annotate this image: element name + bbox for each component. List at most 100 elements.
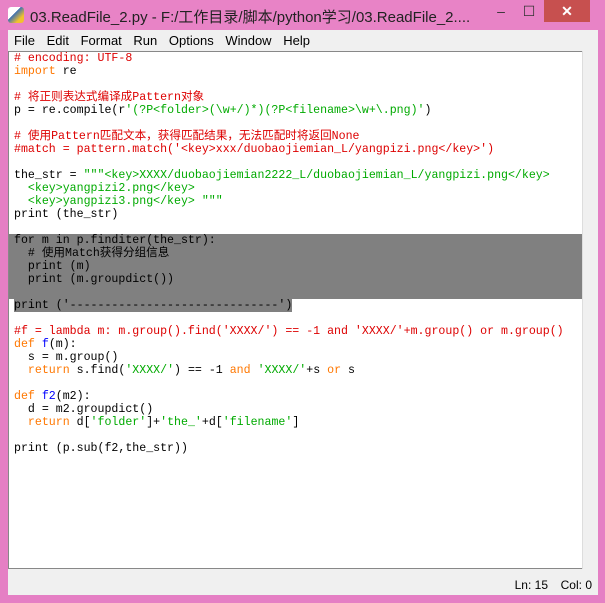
menu-file[interactable]: File (8, 30, 35, 51)
code-token-keyword: return (27, 364, 70, 377)
code-line: p = re.compile(r'(?P<folder>(\w+/)*)(?P<… (9, 104, 582, 117)
menu-options[interactable]: Options (163, 30, 214, 51)
code-line: def f(m): (9, 338, 582, 351)
code-token-string: '(?P<folder>(\w+/)*)(?P<filename>\w+\.pn… (125, 104, 425, 117)
code-token-keyword: and (229, 364, 251, 377)
code-token-normal: d[ (69, 416, 91, 429)
code-token-comment: # encoding: UTF-8 (14, 52, 133, 65)
code-token-normal: (m): (48, 338, 77, 351)
code-token-normal: ] (292, 416, 300, 429)
code-token-keyword: import (14, 65, 56, 78)
code-token-normal: +s (306, 364, 328, 377)
code-token-comment: # 将正则表达式编译成Pattern对象 (14, 91, 205, 104)
menu-bar: File Edit Format Run Options Window Help (8, 30, 598, 51)
code-token-comment: # 使用Match获得分组信息 (14, 247, 170, 260)
menu-format[interactable]: Format (75, 30, 122, 51)
code-token-keyword: return (27, 416, 70, 429)
code-token-normal: ) == -1 (174, 364, 230, 377)
menu-window[interactable]: Window (219, 30, 271, 51)
code-token-normal: print (m) (14, 260, 91, 273)
idle-app-icon (8, 7, 24, 23)
code-token-normal (251, 364, 258, 377)
code-token-normal (14, 364, 28, 377)
code-token-string: 'filename' (222, 416, 293, 429)
code-token-normal: (m2): (55, 390, 91, 403)
menu-help[interactable]: Help (277, 30, 310, 51)
code-line: print ('------------------------------') (9, 299, 582, 312)
code-token-keyword: def (14, 390, 35, 403)
maximize-button[interactable]: ☐ (516, 0, 542, 22)
code-token-normal: s (341, 364, 355, 377)
code-line: # 将正则表达式编译成Pattern对象 (9, 91, 582, 104)
close-button[interactable]: ✕ (544, 0, 590, 22)
code-line: print (m.groupdict()) (9, 273, 582, 286)
code-token-defname: f (41, 338, 49, 351)
code-line: print (p.sub(f2,the_str)) (9, 442, 582, 455)
code-line: return s.find('XXXX/') == -1 and 'XXXX/'… (9, 364, 582, 377)
code-token-normal: print ('------------------------------') (14, 299, 293, 312)
code-line: <key>yangpizi3.png</key> """ (9, 195, 582, 208)
status-bar: Ln: 15 Col: 0 (8, 569, 598, 595)
code-token-comment: #f = lambda m: m.group().find('XXXX/') =… (14, 325, 564, 338)
code-editor[interactable]: # encoding: UTF-8 import re # 将正则表达式编译成Pa… (8, 51, 583, 569)
code-token-normal: s.find( (69, 364, 126, 377)
code-token-string: 'XXXX/' (257, 364, 307, 377)
code-token-comment: #match = pattern.match('<key>xxx/duobaoj… (14, 143, 495, 156)
code-token-normal (14, 416, 28, 429)
code-token-normal: d = m2.groupdict() (14, 403, 154, 416)
code-token-keyword: def (14, 338, 35, 351)
code-token-normal (35, 390, 42, 403)
code-token-normal: the_str = (14, 169, 84, 182)
code-line: # 使用Match获得分组信息 (9, 247, 582, 260)
code-line: # encoding: UTF-8 (9, 52, 582, 65)
code-token-string: <key>yangpizi3.png</key> """ (14, 195, 223, 208)
code-line: # 使用Pattern匹配文本，获得匹配结果，无法匹配时将返回None (9, 130, 582, 143)
code-line: print (the_str) (9, 208, 582, 221)
code-line (9, 286, 582, 299)
code-token-normal: re (55, 65, 77, 78)
selection-highlight: print ('------------------------------') (14, 299, 293, 312)
code-token-normal (35, 338, 42, 351)
minimize-button[interactable]: ‒ (488, 0, 514, 22)
code-token-normal: print (the_str) (14, 208, 119, 221)
code-line: for m in p.finditer(the_str): (9, 234, 582, 247)
code-line: import re (9, 65, 582, 78)
status-column: Col: 0 (560, 578, 592, 592)
code-token-normal: ]+ (146, 416, 161, 429)
code-token-keyword: or (327, 364, 342, 377)
vertical-scrollbar[interactable] (582, 51, 598, 569)
code-line: return d['folder']+'the_'+d['filename'] (9, 416, 582, 429)
title-bar: 03.ReadFile_2.py - F:/工作目录/脚本/python学习/0… (0, 0, 605, 30)
menu-run[interactable]: Run (127, 30, 157, 51)
code-token-defname: f2 (41, 390, 56, 403)
code-token-string: <key>yangpizi2.png</key> (14, 182, 195, 195)
code-token-comment: # 使用Pattern匹配文本，获得匹配结果，无法匹配时将返回None (14, 130, 360, 143)
code-token-normal: p = re.compile(r (14, 104, 126, 117)
code-line: #match = pattern.match('<key>xxx/duobaoj… (9, 143, 582, 156)
code-token-normal: print (m.groupdict()) (14, 273, 175, 286)
code-token-normal: +d[ (201, 416, 223, 429)
status-line: Ln: 15 (514, 578, 548, 592)
menu-edit[interactable]: Edit (41, 30, 69, 51)
code-line: d = m2.groupdict() (9, 403, 582, 416)
code-line: the_str = """<key>XXXX/duobaojiemian2222… (9, 169, 582, 182)
window-title: 03.ReadFile_2.py - F:/工作目录/脚本/python学习/0… (30, 9, 471, 26)
code-token-string: 'folder' (90, 416, 147, 429)
code-line: #f = lambda m: m.group().find('XXXX/') =… (9, 325, 582, 338)
code-token-string: 'the_' (160, 416, 202, 429)
code-token-string: """<key>XXXX/duobaojiemian2222_L/duobaoj… (83, 169, 550, 182)
code-line: def f2(m2): (9, 390, 582, 403)
code-token-normal: for m in p.finditer(the_str): (14, 234, 216, 247)
code-token-normal: print (p.sub(f2,the_str)) (14, 442, 188, 455)
code-token-string: 'XXXX/' (125, 364, 175, 377)
code-line: s = m.group() (9, 351, 582, 364)
code-line: print (m) (9, 260, 582, 273)
code-token-normal: ) (424, 104, 432, 117)
